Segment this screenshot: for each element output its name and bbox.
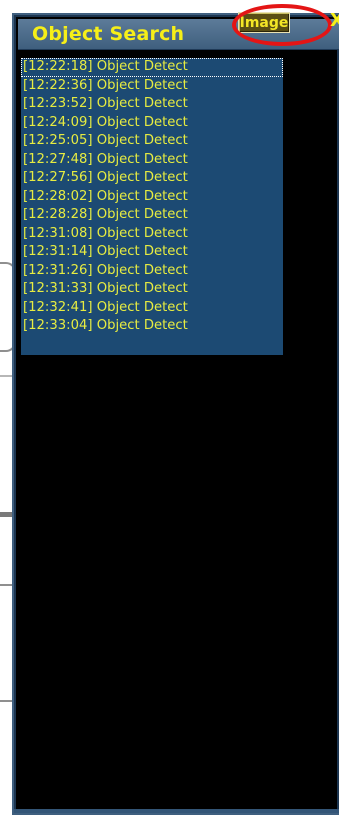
log-item[interactable]: [12:22:36] Object Detect	[21, 77, 283, 96]
log-item[interactable]: [12:33:04] Object Detect	[21, 317, 283, 336]
log-item[interactable]: [12:27:56] Object Detect	[21, 169, 283, 188]
log-item[interactable]: [12:25:05] Object Detect	[21, 132, 283, 151]
log-item[interactable]: [12:24:09] Object Detect	[21, 114, 283, 133]
log-item[interactable]: [12:28:28] Object Detect	[21, 206, 283, 225]
background-divider	[0, 375, 12, 377]
log-item[interactable]: [12:22:18] Object Detect	[21, 58, 283, 77]
log-item[interactable]: [12:31:14] Object Detect	[21, 243, 283, 262]
close-icon[interactable]: X	[330, 10, 339, 32]
panel-title-bar[interactable]: Object Search	[18, 19, 339, 50]
log-item[interactable]: [12:31:26] Object Detect	[21, 262, 283, 281]
log-item[interactable]: [12:27:48] Object Detect	[21, 151, 283, 170]
background-divider-mark	[0, 512, 12, 517]
log-item[interactable]: [12:28:02] Object Detect	[21, 188, 283, 207]
log-item[interactable]: [12:31:33] Object Detect	[21, 280, 283, 299]
log-item[interactable]: [12:23:52] Object Detect	[21, 95, 283, 114]
panel-title: Object Search	[32, 23, 185, 45]
detection-log-list[interactable]: [12:22:18] Object Detect [12:22:36] Obje…	[21, 58, 283, 355]
log-item[interactable]: [12:32:41] Object Detect	[21, 299, 283, 318]
log-item[interactable]: [12:31:08] Object Detect	[21, 225, 283, 244]
image-button[interactable]: Image	[238, 12, 290, 33]
